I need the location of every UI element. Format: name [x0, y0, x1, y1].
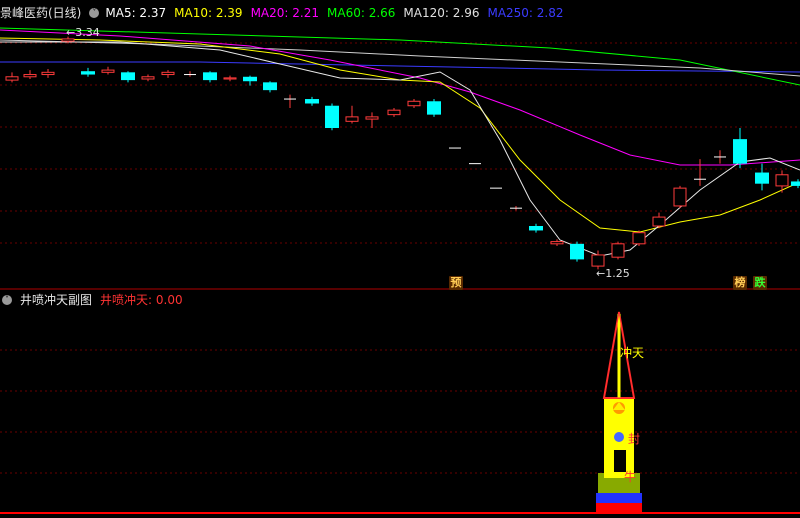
ma-label-3: MA60: 2.66: [327, 6, 396, 20]
low-price-label: ←1.25: [596, 267, 630, 280]
ma-label-0: MA5: 2.37: [105, 6, 167, 20]
flag-yu: 预: [449, 276, 463, 290]
ma-label-2: MA20: 2.21: [250, 6, 319, 20]
collapse-icon[interactable]: ˅: [89, 8, 100, 18]
main-title: 景峰医药(日线): [0, 6, 82, 20]
label-niu: 牛: [624, 470, 637, 484]
sub-legend: ˅ 井喷冲天副图 井喷冲天: 0.00: [0, 289, 191, 311]
label-feng: 封: [628, 432, 641, 446]
ma-label-1: MA10: 2.39: [174, 6, 243, 20]
main-legend: 景峰医药(日线) ˅ MA5: 2.37 MA10: 2.39 MA20: 2.21…: [0, 2, 580, 24]
label-chongtian: 冲天: [620, 346, 645, 360]
collapse-icon[interactable]: ˅: [2, 295, 12, 305]
flag-die: 跌: [753, 276, 767, 290]
flag-bang: 榜: [733, 276, 747, 290]
sub-title: 井喷冲天副图: [20, 293, 93, 307]
sub-indicator-value: 井喷冲天: 0.00: [100, 293, 183, 307]
ma-label-4: MA120: 2.96: [403, 6, 480, 20]
ma-label-5: MA250: 2.82: [487, 6, 564, 20]
high-price-label: ←3.34: [66, 26, 100, 39]
indicator-chart[interactable]: [0, 0, 800, 518]
